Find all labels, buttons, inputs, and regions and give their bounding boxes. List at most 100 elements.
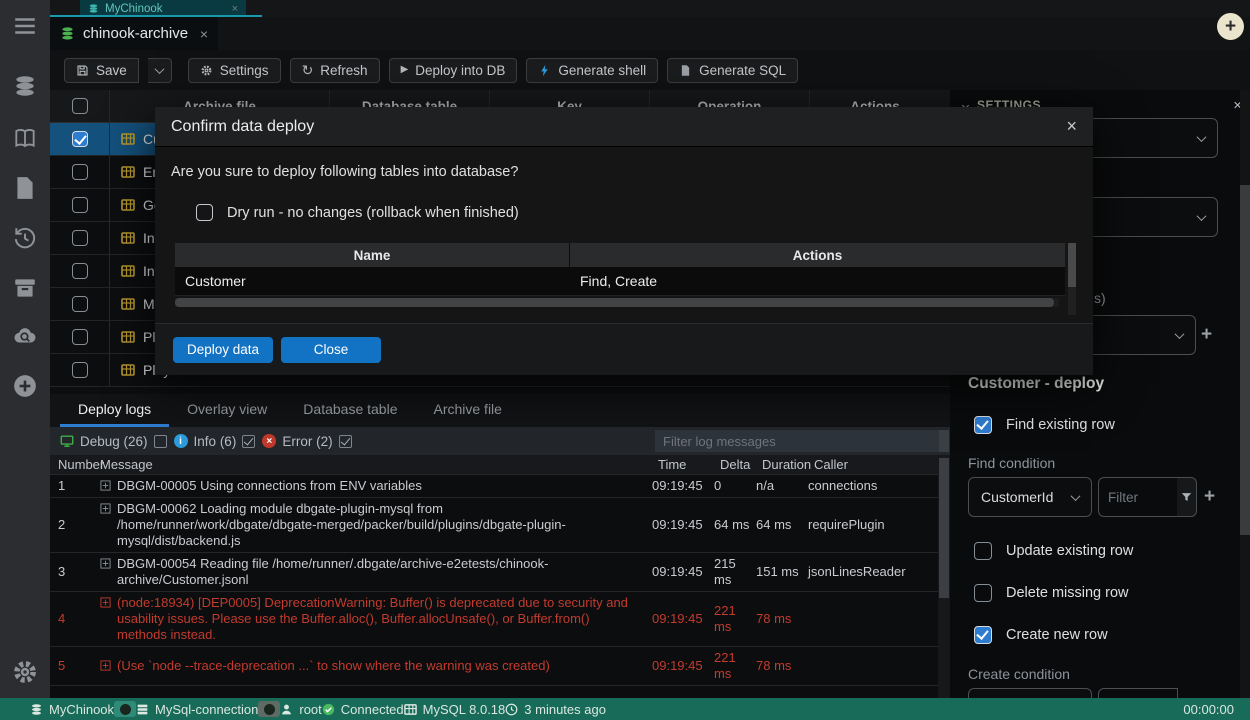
log-row[interactable]: 2 DBGM-00062 Loading module dbgate-plugi… bbox=[50, 498, 950, 553]
tab-archive-file[interactable]: Archive file bbox=[415, 394, 519, 427]
update-existing-checkbox[interactable] bbox=[974, 542, 992, 560]
refresh-button[interactable]: ↻ Refresh bbox=[290, 58, 380, 83]
tab-deploy-logs[interactable]: Deploy logs bbox=[60, 394, 169, 427]
row-checkbox[interactable] bbox=[72, 164, 88, 180]
file-icon[interactable] bbox=[11, 174, 39, 202]
close-icon[interactable]: × bbox=[1066, 116, 1077, 137]
database-color-chip[interactable] bbox=[114, 701, 136, 717]
error-checkbox[interactable] bbox=[339, 435, 352, 448]
chevron-down-icon bbox=[1197, 211, 1207, 221]
check-circle-icon bbox=[322, 703, 335, 716]
generate-shell-button[interactable]: Generate shell bbox=[526, 58, 658, 83]
info-icon: i bbox=[174, 434, 188, 448]
filter-funnel-button[interactable] bbox=[1177, 477, 1197, 517]
row-checkbox[interactable] bbox=[72, 263, 88, 279]
add-icon[interactable]: + bbox=[1201, 324, 1212, 346]
find-condition-field-select[interactable]: CustomerId bbox=[968, 477, 1092, 517]
settings-button[interactable]: Settings bbox=[188, 58, 281, 83]
info-checkbox[interactable] bbox=[242, 435, 255, 448]
row-checkbox[interactable] bbox=[72, 329, 88, 345]
table-icon bbox=[121, 297, 135, 311]
tab-database-table[interactable]: Database table bbox=[285, 394, 415, 427]
update-existing-row-option[interactable]: Update existing row bbox=[974, 542, 1133, 560]
status-timer: 00:00:00 bbox=[1183, 702, 1240, 717]
book-icon[interactable] bbox=[11, 124, 39, 152]
connection-color-chip[interactable] bbox=[258, 701, 280, 717]
find-existing-row-option[interactable]: Find existing row bbox=[974, 416, 1115, 434]
status-refresh-time[interactable]: 3 minutes ago bbox=[505, 702, 606, 717]
chevron-down-icon bbox=[154, 64, 164, 74]
save-dropdown-button[interactable] bbox=[148, 58, 172, 83]
select-all-checkbox[interactable] bbox=[72, 98, 88, 114]
row-checkbox[interactable] bbox=[72, 197, 88, 213]
log-row[interactable]: 1 DBGM-00005 Using connections from ENV … bbox=[50, 475, 950, 498]
table-icon bbox=[121, 231, 135, 245]
scrollbar-thumb[interactable] bbox=[939, 458, 949, 598]
tab-chinook-archive[interactable]: chinook-archive × bbox=[50, 17, 218, 50]
create-condition-filter-input[interactable] bbox=[1098, 688, 1178, 698]
tab-label: chinook-archive bbox=[83, 25, 188, 42]
find-existing-checkbox[interactable] bbox=[974, 416, 992, 434]
history-icon[interactable] bbox=[11, 224, 39, 252]
status-user: root bbox=[280, 702, 321, 717]
row-checkbox[interactable] bbox=[72, 230, 88, 246]
modal-close-button[interactable]: Close bbox=[281, 337, 381, 363]
deploy-data-button[interactable]: Deploy data bbox=[173, 337, 273, 363]
tab-strip: chinook-archive × bbox=[50, 17, 1250, 50]
settings-scrollbar[interactable] bbox=[1240, 90, 1250, 698]
row-checkbox[interactable] bbox=[72, 296, 88, 312]
error-filter: × Error (2) bbox=[262, 434, 351, 449]
log-rows: 1 DBGM-00005 Using connections from ENV … bbox=[50, 475, 950, 698]
archive-box-icon[interactable] bbox=[11, 274, 39, 302]
menu-icon[interactable] bbox=[11, 12, 39, 40]
create-new-row-option[interactable]: Create new row bbox=[974, 626, 1108, 644]
log-filter-input[interactable] bbox=[655, 430, 945, 452]
expand-icon[interactable] bbox=[100, 558, 111, 569]
save-button[interactable]: Save bbox=[64, 58, 139, 83]
cloud-search-icon[interactable] bbox=[11, 322, 39, 350]
expand-icon[interactable] bbox=[100, 480, 111, 491]
delete-missing-row-option[interactable]: Delete missing row bbox=[974, 584, 1129, 602]
modal-table-vscrollbar[interactable] bbox=[1068, 243, 1076, 315]
modal-table-hscrollbar[interactable] bbox=[175, 298, 1059, 307]
row-checkbox[interactable] bbox=[72, 362, 88, 378]
row-checkbox[interactable] bbox=[72, 131, 88, 147]
add-condition-icon[interactable]: + bbox=[1204, 486, 1215, 508]
deploy-into-db-button[interactable]: ▶ Deploy into DB bbox=[389, 58, 518, 83]
deploy-section-title: Customer - deploy bbox=[968, 375, 1104, 393]
status-database[interactable]: MyChinook bbox=[30, 702, 114, 717]
delete-missing-checkbox[interactable] bbox=[974, 584, 992, 602]
create-condition-field-select[interactable] bbox=[968, 688, 1092, 698]
create-new-checkbox[interactable] bbox=[974, 626, 992, 644]
new-tab-button[interactable]: + bbox=[1217, 13, 1244, 40]
find-condition-filter-input[interactable] bbox=[1098, 477, 1178, 517]
database-icon[interactable] bbox=[11, 72, 39, 100]
modal-message: Are you sure to deploy following tables … bbox=[171, 164, 518, 180]
close-icon[interactable]: × bbox=[232, 3, 238, 15]
gear-icon[interactable] bbox=[11, 658, 39, 686]
close-icon[interactable]: × bbox=[200, 26, 208, 42]
select-all-cell bbox=[50, 90, 110, 122]
dry-run-option[interactable]: Dry run - no changes (rollback when fini… bbox=[196, 204, 519, 221]
status-connection[interactable]: MySql-connection bbox=[136, 702, 258, 717]
expand-icon[interactable] bbox=[100, 660, 111, 671]
log-row[interactable]: 5 (Use `node --trace-deprecation ...` to… bbox=[50, 647, 950, 686]
table-icon bbox=[121, 330, 135, 344]
dry-run-checkbox[interactable] bbox=[196, 204, 213, 221]
expand-icon[interactable] bbox=[100, 597, 111, 608]
log-scrollbar[interactable] bbox=[938, 455, 950, 698]
scrollbar-thumb[interactable] bbox=[175, 298, 1054, 307]
chevron-down-icon bbox=[1175, 329, 1185, 339]
table-actions-cell: Find, Create bbox=[570, 273, 1065, 289]
scrollbar-thumb[interactable] bbox=[1240, 185, 1250, 535]
log-row[interactable]: 4 (node:18934) [DEP0005] DeprecationWarn… bbox=[50, 592, 950, 647]
debug-checkbox[interactable] bbox=[154, 435, 167, 448]
chevron-down-icon bbox=[1197, 132, 1207, 142]
scrollbar-thumb[interactable] bbox=[1068, 243, 1076, 287]
log-row[interactable]: 3 DBGM-00054 Reading file /home/runner/.… bbox=[50, 553, 950, 592]
modal-footer: Deploy data Close bbox=[155, 323, 1093, 375]
generate-sql-button[interactable]: Generate SQL bbox=[667, 58, 798, 83]
add-circle-icon[interactable] bbox=[11, 372, 39, 400]
tab-overlay-view[interactable]: Overlay view bbox=[169, 394, 285, 427]
expand-icon[interactable] bbox=[100, 503, 111, 514]
